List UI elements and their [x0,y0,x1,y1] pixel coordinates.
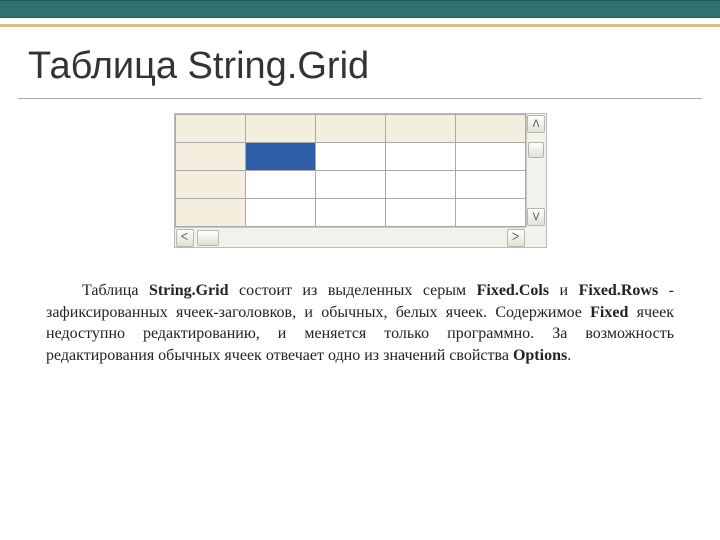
grid-row [175,171,525,199]
grid-cell[interactable] [315,171,385,199]
scroll-thumb[interactable] [197,230,219,246]
scroll-left-icon[interactable]: ᐸ [176,229,194,247]
stringgrid-illustration: ᐱ ᐯ ᐸ ᐳ [0,113,720,248]
grid-cell[interactable] [455,143,525,171]
fixed-cell [245,115,315,143]
fixed-cell [315,115,385,143]
scroll-up-icon[interactable]: ᐱ [527,115,545,133]
vertical-scrollbar[interactable]: ᐱ ᐯ [526,114,546,227]
slide-top-bar [0,0,720,18]
text: и [549,282,579,299]
grid-cell[interactable] [245,199,315,227]
scroll-down-icon[interactable]: ᐯ [527,208,545,226]
text: состоит из выделенных серым [229,282,477,299]
grid-row [175,115,525,143]
fixed-cell [175,171,245,199]
fixed-cell [175,115,245,143]
bold-text: String.Grid [149,282,229,299]
grid-cell[interactable] [385,143,455,171]
body-paragraph: Таблица String.Grid состоит из выделенны… [0,276,720,366]
grid-cell[interactable] [245,171,315,199]
grid-cell[interactable] [385,199,455,227]
grid-cell[interactable] [315,199,385,227]
title-separator [18,98,702,99]
scrollbar-corner [526,227,546,247]
bold-text: Options [513,347,567,364]
horizontal-scrollbar[interactable]: ᐸ ᐳ [175,227,526,247]
fixed-cell [175,199,245,227]
stringgrid-frame: ᐱ ᐯ ᐸ ᐳ [174,113,547,248]
selected-cell[interactable] [245,143,315,171]
grid-cell[interactable] [315,143,385,171]
fixed-cell [455,115,525,143]
grid-row [175,199,525,227]
scroll-thumb[interactable] [528,142,544,158]
scroll-right-icon[interactable]: ᐳ [507,229,525,247]
bold-text: Fixed [590,304,628,321]
text: . [567,347,571,364]
grid-cell[interactable] [385,171,455,199]
grid-cell[interactable] [455,199,525,227]
bold-text: Fixed.Rows [579,282,659,299]
slide-title: Таблица String.Grid [0,27,720,98]
bold-text: Fixed.Cols [477,282,549,299]
fixed-cell [385,115,455,143]
fixed-cell [175,143,245,171]
grid-cell[interactable] [455,171,525,199]
stringgrid-table [175,114,526,227]
text: Таблица [82,282,138,299]
grid-row [175,143,525,171]
